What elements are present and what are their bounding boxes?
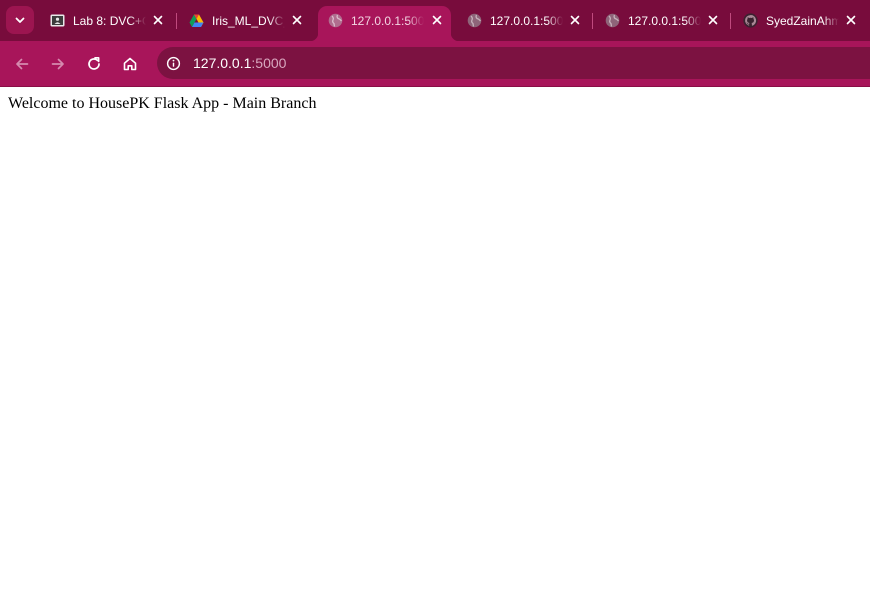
tab-localhost[interactable]: 127.0.0.1:5000 <box>595 6 727 35</box>
url-port: :5000 <box>251 55 287 71</box>
close-icon[interactable] <box>429 12 445 28</box>
arrow-right-icon <box>51 58 64 70</box>
close-icon[interactable] <box>150 12 166 28</box>
arrow-left-icon <box>16 58 29 70</box>
site-info-button[interactable] <box>161 51 185 75</box>
tab-title: 127.0.0.1:5000 <box>490 14 563 28</box>
url-host: 127.0.0.1 <box>193 55 252 71</box>
back-button[interactable] <box>8 50 36 78</box>
close-icon[interactable] <box>705 12 721 28</box>
reload-button[interactable] <box>80 50 108 78</box>
close-icon[interactable] <box>289 12 305 28</box>
globe-icon <box>328 13 343 28</box>
tab-strip: Lab 8: DVC+GitHub Iris_ML_DVC_Lab <box>0 0 870 41</box>
forward-button[interactable] <box>44 50 72 78</box>
tab-title: SyedZainAhmed <box>766 14 839 28</box>
globe-icon <box>605 13 620 28</box>
reload-icon <box>88 56 100 70</box>
google-drive-icon <box>189 13 204 28</box>
home-icon <box>123 57 137 71</box>
tab-github[interactable]: SyedZainAhmed <box>733 6 865 35</box>
tab-title: 127.0.0.1:5000 <box>628 14 701 28</box>
tab-iris-ml[interactable]: Iris_ML_DVC_Lab <box>179 6 311 35</box>
tab-lab8[interactable]: Lab 8: DVC+GitHub <box>40 6 172 35</box>
github-icon <box>743 13 758 28</box>
tab-separator <box>730 13 731 29</box>
tab-localhost[interactable]: 127.0.0.1:5000 <box>457 6 589 35</box>
tab-title: Iris_ML_DVC_Lab <box>212 14 285 28</box>
tab-separator <box>592 13 593 29</box>
tab-localhost-active[interactable]: 127.0.0.1:5000 <box>310 6 459 41</box>
globe-icon <box>467 13 482 28</box>
tab-title: Lab 8: DVC+GitHub <box>73 14 146 28</box>
url-text[interactable]: 127.0.0.1:5000 <box>193 55 286 71</box>
tab-title: 127.0.0.1:5000 <box>351 14 424 28</box>
welcome-message: Welcome to HousePK Flask App - Main Bran… <box>8 95 317 112</box>
browser-toolbar: 127.0.0.1:5000 <box>0 41 870 87</box>
tab-search-button[interactable] <box>6 6 34 34</box>
classroom-icon <box>50 13 65 28</box>
chevron-down-icon <box>15 17 25 23</box>
tab-separator <box>176 13 177 29</box>
close-icon[interactable] <box>843 12 859 28</box>
info-icon <box>166 56 180 70</box>
address-bar[interactable]: 127.0.0.1:5000 <box>157 47 870 79</box>
page-viewport: Welcome to HousePK Flask App - Main Bran… <box>0 88 870 591</box>
close-icon[interactable] <box>567 12 583 28</box>
home-button[interactable] <box>116 50 144 78</box>
